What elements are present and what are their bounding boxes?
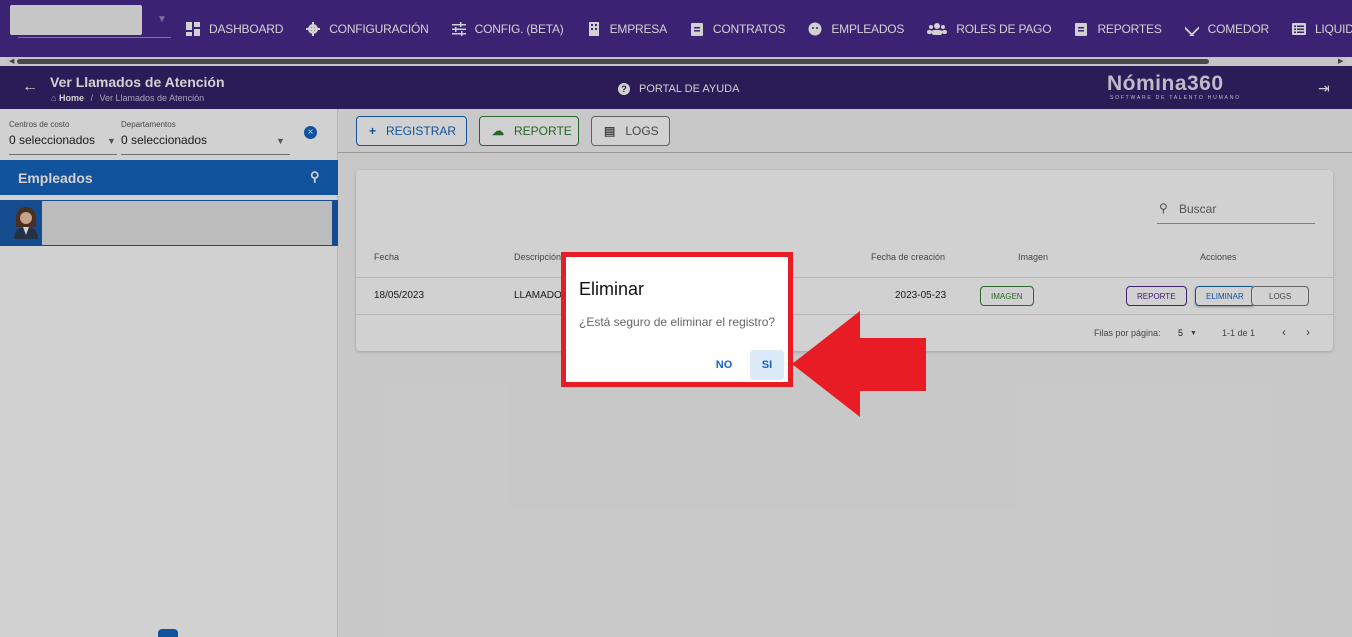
- dialog-title: Eliminar: [579, 279, 645, 299]
- confirm-button[interactable]: SI: [750, 350, 784, 380]
- cancel-button[interactable]: NO: [706, 350, 742, 380]
- annotation-arrow-icon: [792, 311, 926, 417]
- dialog-message: ¿Está seguro de eliminar el registro?: [579, 315, 776, 329]
- delete-confirm-dialog: Eliminar ¿Está seguro de eliminar el reg…: [561, 252, 793, 387]
